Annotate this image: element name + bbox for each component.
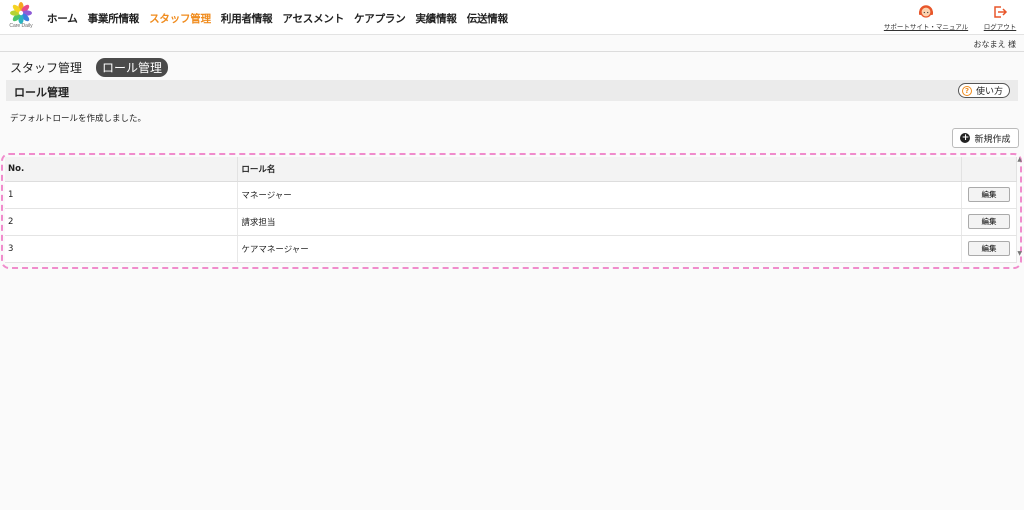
cell-actions: 編集 — [961, 181, 1018, 209]
cell-no: 1 — [5, 181, 239, 209]
cell-role-name: 請求担当 — [237, 208, 962, 236]
edit-button[interactable]: 編集 — [967, 214, 1010, 229]
nav-item-staff-management[interactable]: スタッフ管理 — [149, 11, 211, 26]
role-table-container: No. ロール名 1 マネージャー 編集 2 請求担当 編集 3 ケアマネージャ… — [1, 153, 1022, 269]
nav-item-performance-info[interactable]: 実績情報 — [416, 11, 457, 26]
table-row: 2 請求担当 編集 — [5, 208, 1018, 236]
scroll-down-arrow-icon[interactable]: ▼ — [1017, 250, 1022, 257]
cell-actions: 編集 — [961, 235, 1018, 263]
nav-item-home[interactable]: ホーム — [47, 11, 78, 26]
nav-item-transmission-info[interactable]: 伝送情報 — [467, 11, 508, 26]
column-header-no: No. — [5, 157, 239, 182]
cell-actions: 編集 — [961, 208, 1018, 236]
nav-item-care-plan[interactable]: ケアプラン — [354, 11, 406, 26]
nav-item-assessment[interactable]: アセスメント — [282, 11, 344, 26]
table-header-row: No. ロール名 — [5, 157, 1018, 182]
plus-icon: + — [960, 133, 971, 143]
new-create-button[interactable]: + 新規作成 — [952, 128, 1019, 148]
support-site-label: サポートサイト・マニュアル — [883, 23, 969, 31]
main-nav: ホーム 事業所情報 スタッフ管理 利用者情報 アセスメント ケアプラン 実績情報… — [47, 11, 518, 26]
support-operator-icon — [919, 5, 933, 18]
table-row: 3 ケアマネージャー 編集 — [5, 235, 1018, 263]
nav-item-office-info[interactable]: 事業所情報 — [88, 11, 140, 26]
edit-button[interactable]: 編集 — [967, 241, 1010, 256]
subnav-item-staff-management[interactable]: スタッフ管理 — [10, 59, 82, 76]
help-button-label: 使い方 — [975, 87, 1003, 97]
cell-role-name: マネージャー — [237, 181, 962, 209]
edit-button[interactable]: 編集 — [967, 187, 1010, 202]
section-header: ロール管理 ? 使い方 — [6, 80, 1018, 101]
logout-link[interactable]: ログアウト — [981, 4, 1019, 31]
column-header-actions — [961, 157, 1018, 182]
scroll-up-arrow-icon[interactable]: ▲ — [1017, 156, 1022, 163]
role-table: No. ロール名 1 マネージャー 編集 2 請求担当 編集 3 ケアマネージャ… — [5, 157, 1018, 263]
support-site-link[interactable]: サポートサイト・マニュアル — [882, 4, 970, 31]
cell-no: 3 — [5, 235, 239, 263]
status-message: デフォルトロールを作成しました。 — [10, 114, 147, 124]
new-create-button-label: 新規作成 — [974, 134, 1011, 145]
sub-nav: スタッフ管理 ロール管理 — [10, 58, 182, 77]
logout-label: ログアウト — [983, 23, 1017, 31]
column-header-role-name: ロール名 — [237, 157, 962, 182]
subnav-item-role-management[interactable]: ロール管理 — [96, 58, 169, 77]
cell-no: 2 — [5, 208, 239, 236]
help-button[interactable]: ? 使い方 — [957, 83, 1010, 98]
logout-icon — [994, 6, 1008, 18]
nav-item-user-info[interactable]: 利用者情報 — [221, 11, 273, 26]
table-row: 1 マネージャー 編集 — [5, 181, 1018, 209]
user-info-bar: おなまえ 様 — [0, 35, 1024, 52]
section-title: ロール管理 — [14, 86, 69, 99]
username: おなまえ 様 — [973, 40, 1016, 49]
question-icon: ? — [961, 85, 972, 96]
top-header: Care Daily ホーム 事業所情報 スタッフ管理 利用者情報 アセスメント… — [0, 0, 1024, 35]
cell-role-name: ケアマネージャー — [237, 235, 962, 263]
logo-text: Care Daily — [9, 23, 33, 29]
